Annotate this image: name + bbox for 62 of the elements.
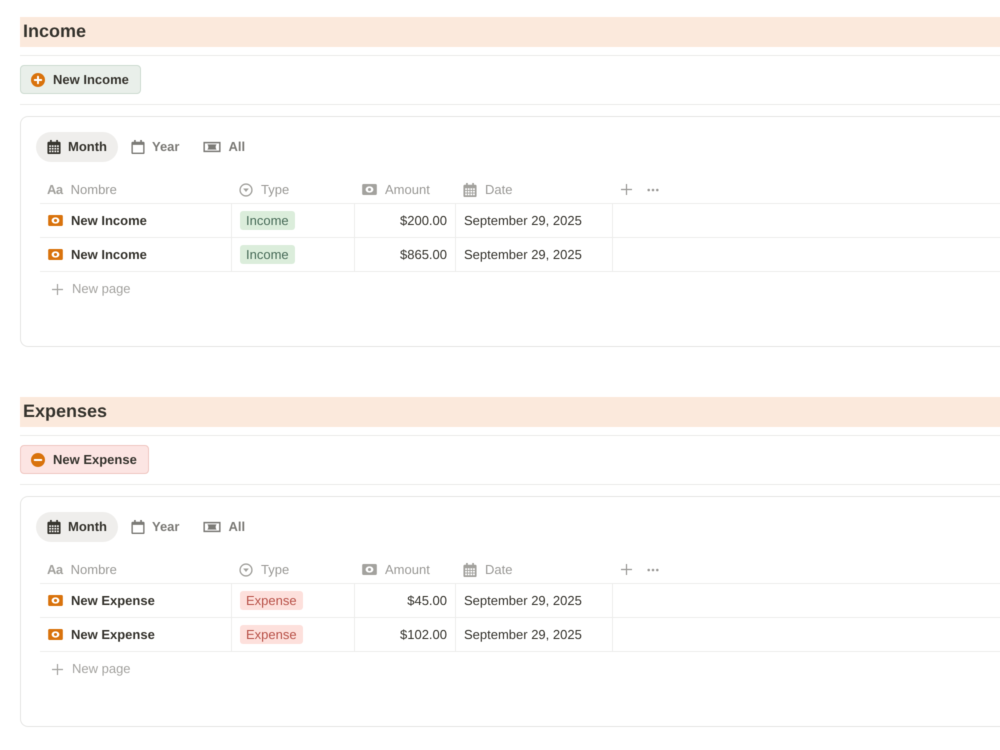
column-header[interactable]: Date <box>456 176 613 203</box>
minus-circle-icon <box>31 452 45 466</box>
new-expense-button[interactable]: New Expense <box>20 445 149 474</box>
table-cell: $865.00 <box>355 238 456 271</box>
table-cell: $45.00 <box>355 584 456 617</box>
type-tag: Expense <box>240 625 303 644</box>
page-title[interactable]: New Expense <box>71 624 155 644</box>
table-cell: September 29, 2025 <box>456 618 613 651</box>
banknote-icon <box>362 564 377 575</box>
column-header[interactable]: Aa Nombre <box>40 176 232 203</box>
page-title[interactable]: New Expense <box>71 590 155 610</box>
more-icon[interactable] <box>647 568 659 572</box>
calendar-icon <box>463 562 477 576</box>
view-tab[interactable]: Year <box>120 132 190 162</box>
calendar-icon <box>463 182 477 196</box>
view-tab[interactable]: Month <box>36 132 118 162</box>
page-title[interactable]: New Income <box>71 210 147 230</box>
plus-icon <box>52 664 63 674</box>
plus-circle-icon <box>31 72 45 86</box>
column-header[interactable]: Amount <box>355 556 456 583</box>
view-tab[interactable]: All <box>192 512 256 542</box>
column-header[interactable]: Amount <box>355 176 456 203</box>
banknote-icon <box>203 141 222 153</box>
new-income-button[interactable]: New Income <box>20 65 141 94</box>
table-cell: September 29, 2025 <box>456 204 613 237</box>
banknote-icon <box>48 595 63 606</box>
type-tag: Income <box>240 211 295 230</box>
text-icon: Aa <box>47 180 63 200</box>
banknote-icon <box>48 249 63 260</box>
section-heading: Income <box>23 21 86 43</box>
calendar-icon <box>130 140 145 154</box>
table-cell: $200.00 <box>355 204 456 237</box>
dropdown-circle-icon <box>239 562 253 576</box>
column-header[interactable]: Type <box>232 176 355 203</box>
type-tag: Expense <box>240 591 303 610</box>
banknote-icon <box>362 184 377 195</box>
page-title[interactable]: New Income <box>71 244 147 264</box>
banknote-icon <box>48 215 63 226</box>
table-cell: September 29, 2025 <box>456 238 613 271</box>
section-heading: Expenses <box>23 401 108 423</box>
table-cell: $102.00 <box>355 618 456 651</box>
calendar-icon <box>47 520 61 534</box>
more-icon[interactable] <box>647 188 659 192</box>
new-page-button[interactable]: New page <box>40 652 143 686</box>
dropdown-circle-icon <box>239 182 253 196</box>
column-header[interactable]: Type <box>232 556 355 583</box>
view-tab[interactable]: Year <box>120 512 190 542</box>
plus-icon[interactable] <box>621 564 632 575</box>
type-tag: Income <box>240 245 295 264</box>
view-tab[interactable]: Month <box>36 512 118 542</box>
table-cell: September 29, 2025 <box>456 584 613 617</box>
new-page-button[interactable]: New page <box>40 272 143 306</box>
text-icon: Aa <box>47 560 63 580</box>
column-header[interactable]: Aa Nombre <box>40 556 232 583</box>
banknote-icon <box>203 521 222 533</box>
view-tab[interactable]: All <box>192 132 256 162</box>
plus-icon <box>52 284 63 294</box>
column-header[interactable]: Date <box>456 556 613 583</box>
calendar-icon <box>130 520 145 534</box>
calendar-icon <box>47 140 61 154</box>
plus-icon[interactable] <box>621 184 632 195</box>
banknote-icon <box>48 629 63 640</box>
